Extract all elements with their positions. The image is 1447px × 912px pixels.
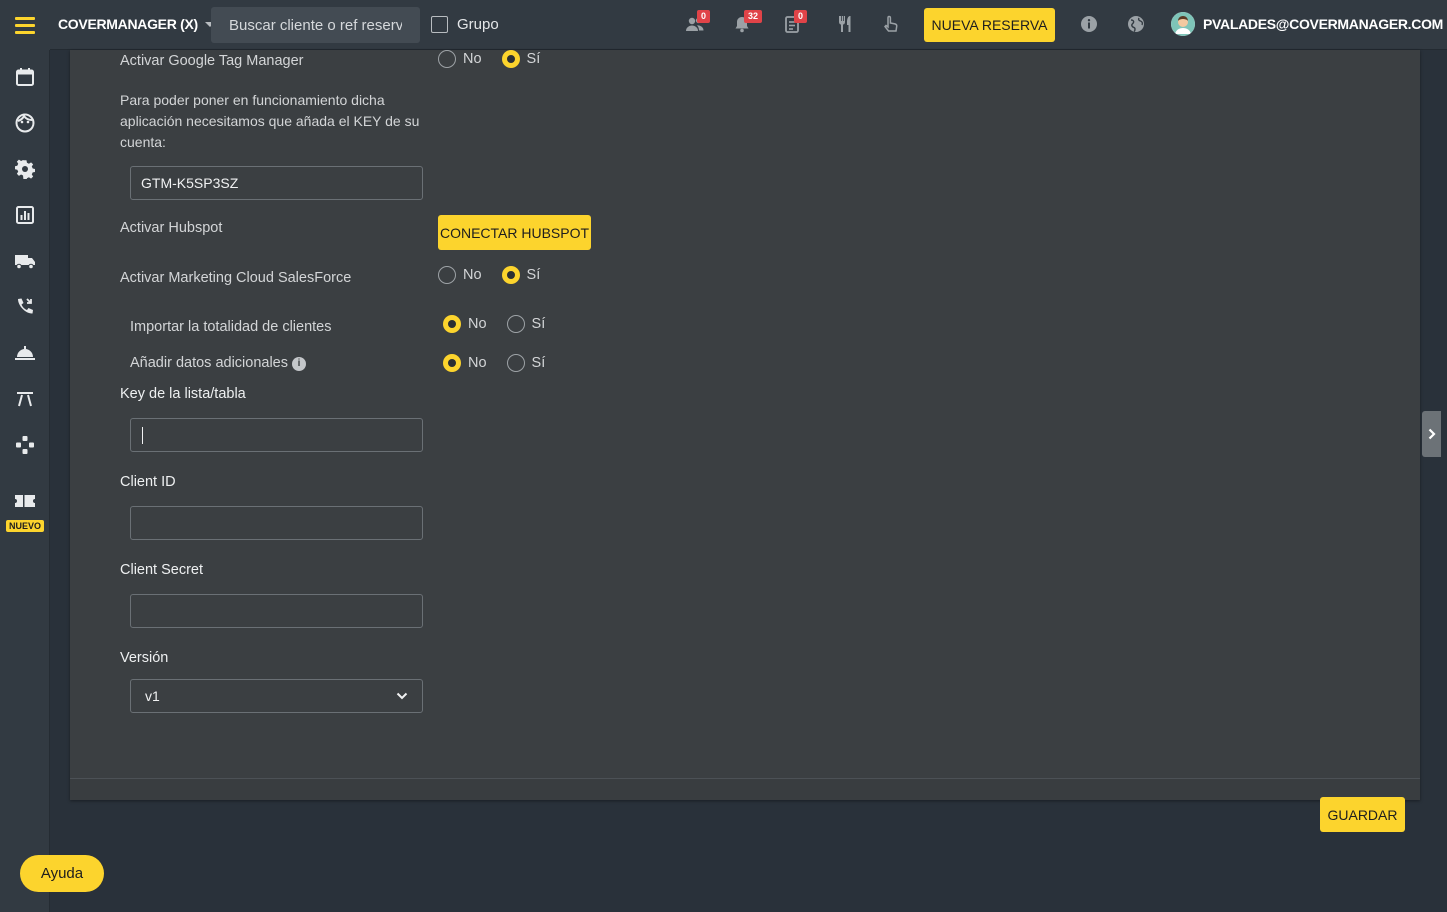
brand-name: COVERMANAGER (X) <box>58 16 198 32</box>
radio-selected-icon[interactable] <box>501 50 520 68</box>
user-email: PVALADES@COVERMANAGER.COM <box>1203 16 1444 32</box>
radio-icon[interactable] <box>506 315 525 333</box>
phone-icon[interactable] <box>14 296 36 318</box>
bell-badge: 32 <box>744 10 763 23</box>
option-label: No <box>468 355 487 371</box>
radio-icon[interactable] <box>506 354 525 372</box>
gtm-option-no[interactable]: No <box>438 50 482 68</box>
chevron-right-icon <box>1428 428 1436 440</box>
user-menu[interactable]: PVALADES@COVERMANAGER.COM <box>1171 12 1447 36</box>
people-badge: 0 <box>697 10 711 23</box>
notes-icon[interactable]: 0 <box>781 10 808 35</box>
client-secret-label: Client Secret <box>120 562 204 578</box>
salesforce-option-no[interactable]: No <box>438 266 482 284</box>
importar-option-no[interactable]: No <box>443 315 487 333</box>
datos-option-si[interactable]: Sí <box>506 354 546 372</box>
conectar-hubspot-button[interactable]: CONECTAR HUBSPOT <box>438 215 591 250</box>
gtm-option-si[interactable]: Sí <box>501 50 541 68</box>
client-id-input[interactable] <box>130 506 423 540</box>
datos-radio-group: No Sí <box>443 354 558 372</box>
utensils-icon[interactable] <box>834 13 856 35</box>
version-select[interactable]: v1 <box>130 679 423 713</box>
text-cursor <box>142 427 143 444</box>
hand-pointer-icon[interactable] <box>880 13 902 35</box>
key-lista-input[interactable] <box>130 418 423 452</box>
calendar-icon[interactable] <box>14 66 36 88</box>
panel-footer <box>70 778 1420 800</box>
people-icon[interactable]: 0 <box>684 10 711 35</box>
gamepad-icon[interactable] <box>14 434 36 456</box>
info-icon[interactable]: i <box>292 356 306 371</box>
hamburger-menu-icon[interactable] <box>0 0 50 50</box>
option-label: Sí <box>526 51 541 67</box>
option-label: No <box>468 316 487 332</box>
hubspot-label: Activar Hubspot <box>120 220 223 236</box>
globe-icon[interactable] <box>1125 13 1147 35</box>
guardar-button[interactable]: GUARDAR <box>1320 797 1405 832</box>
grupo-label: Grupo <box>457 16 499 33</box>
datos-option-no[interactable]: No <box>443 354 487 372</box>
settings-panel: Activar Google Tag Manager No Sí Para po… <box>70 50 1420 800</box>
expand-panel-button[interactable] <box>1422 411 1441 457</box>
search-input[interactable] <box>211 7 420 43</box>
notes-badge: 0 <box>794 10 808 23</box>
top-bar: COVERMANAGER (X) Grupo 0 32 0 NUEVA RESE… <box>0 0 1447 50</box>
datos-adicionales-label: Añadir datos adicionales <box>130 355 288 371</box>
ayuda-button[interactable]: Ayuda <box>20 855 104 892</box>
salesforce-label: Activar Marketing Cloud SalesForce <box>120 270 352 286</box>
datos-adicionales-row: Añadir datos adicionales i <box>130 355 306 371</box>
radio-selected-icon[interactable] <box>443 315 461 333</box>
salesforce-option-si[interactable]: Sí <box>501 266 541 284</box>
chevron-down-icon <box>396 692 408 700</box>
gtm-description: Para poder poner en funcionamiento dicha… <box>120 92 420 150</box>
option-label: No <box>463 51 482 67</box>
account-selector[interactable]: COVERMANAGER (X) <box>58 16 215 32</box>
salesforce-radio-group: No Sí <box>438 266 553 284</box>
face-icon[interactable] <box>14 112 36 134</box>
option-label: Sí <box>531 355 546 371</box>
radio-icon[interactable] <box>438 266 456 284</box>
ticket-icon[interactable] <box>14 490 36 512</box>
option-label: Sí <box>531 316 546 332</box>
avatar <box>1171 12 1195 36</box>
nuevo-badge: NUEVO <box>6 520 45 532</box>
option-label: Sí <box>526 267 541 283</box>
grupo-checkbox[interactable]: Grupo <box>431 16 499 33</box>
radio-selected-icon[interactable] <box>443 354 461 372</box>
checkbox-icon[interactable] <box>431 16 448 33</box>
chart-icon[interactable] <box>14 204 36 226</box>
version-label: Versión <box>120 650 169 666</box>
gtm-key-input[interactable] <box>130 166 423 200</box>
service-bell-icon[interactable] <box>14 342 36 364</box>
importar-label: Importar la totalidad de clientes <box>130 319 332 335</box>
sidebar: NUEVO <box>0 50 50 912</box>
gtm-radio-group: No Sí <box>438 50 553 68</box>
version-selected-value: v1 <box>145 688 160 704</box>
bell-icon[interactable]: 32 <box>731 10 763 35</box>
radio-icon[interactable] <box>438 50 456 68</box>
key-lista-label: Key de la lista/tabla <box>120 386 246 402</box>
client-id-label: Client ID <box>120 474 176 490</box>
info-icon[interactable] <box>1078 13 1100 35</box>
road-icon[interactable] <box>14 388 36 410</box>
settings-icon[interactable] <box>14 158 36 180</box>
importar-option-si[interactable]: Sí <box>506 315 546 333</box>
client-secret-input[interactable] <box>130 594 423 628</box>
gtm-label: Activar Google Tag Manager <box>120 53 304 69</box>
nueva-reserva-button[interactable]: NUEVA RESERVA <box>924 8 1055 42</box>
importar-radio-group: No Sí <box>443 315 558 333</box>
option-label: No <box>463 267 482 283</box>
truck-icon[interactable] <box>14 250 36 272</box>
radio-selected-icon[interactable] <box>501 266 520 284</box>
